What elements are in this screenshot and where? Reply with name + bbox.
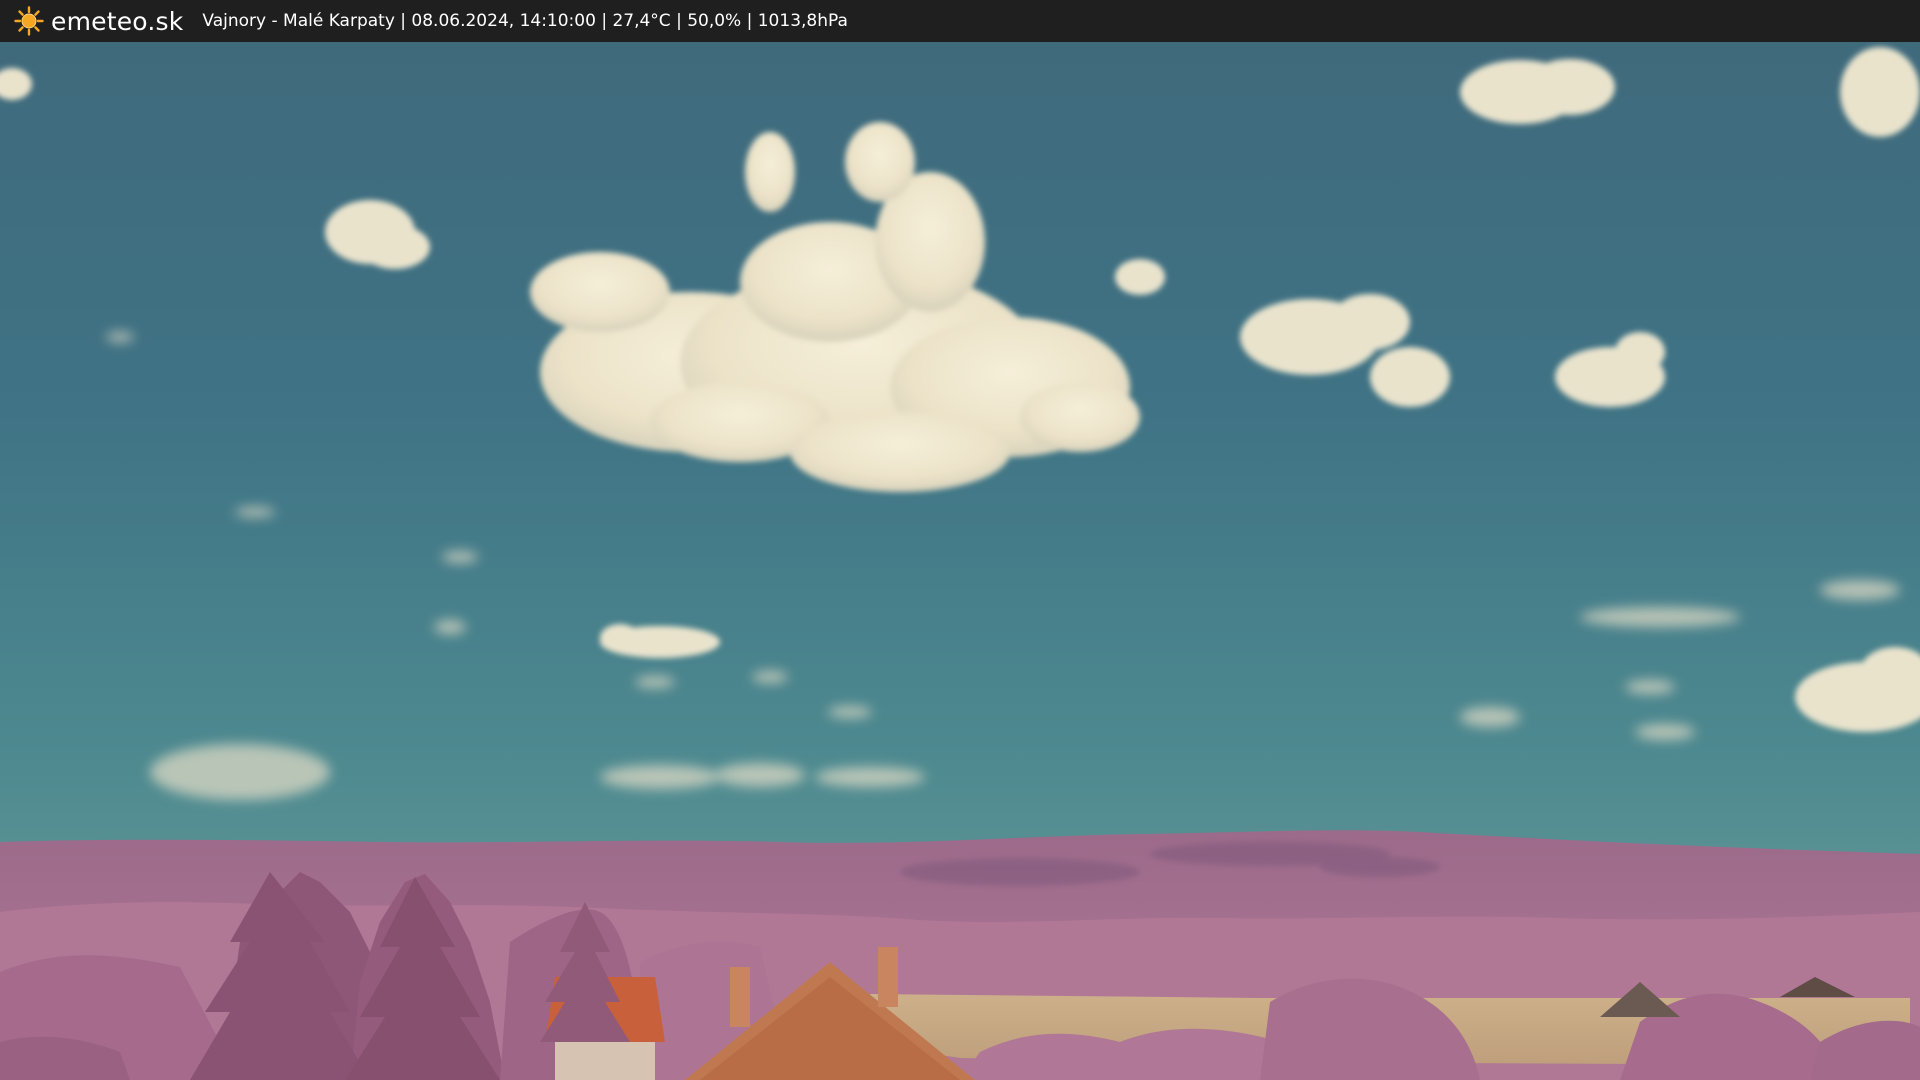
brand-logo[interactable]: emeteo.sk [14,6,183,36]
sun-icon [14,6,44,36]
webcam-frame: emeteo.sk Vajnory - Malé Karpaty | 08.06… [0,0,1920,1080]
brand-name: emeteo.sk [51,6,184,36]
webcam-image [0,42,1920,1080]
station-caption: Vajnory - Malé Karpaty | 08.06.2024, 14:… [202,11,848,31]
caption-bar: emeteo.sk Vajnory - Malé Karpaty | 08.06… [0,0,1920,42]
